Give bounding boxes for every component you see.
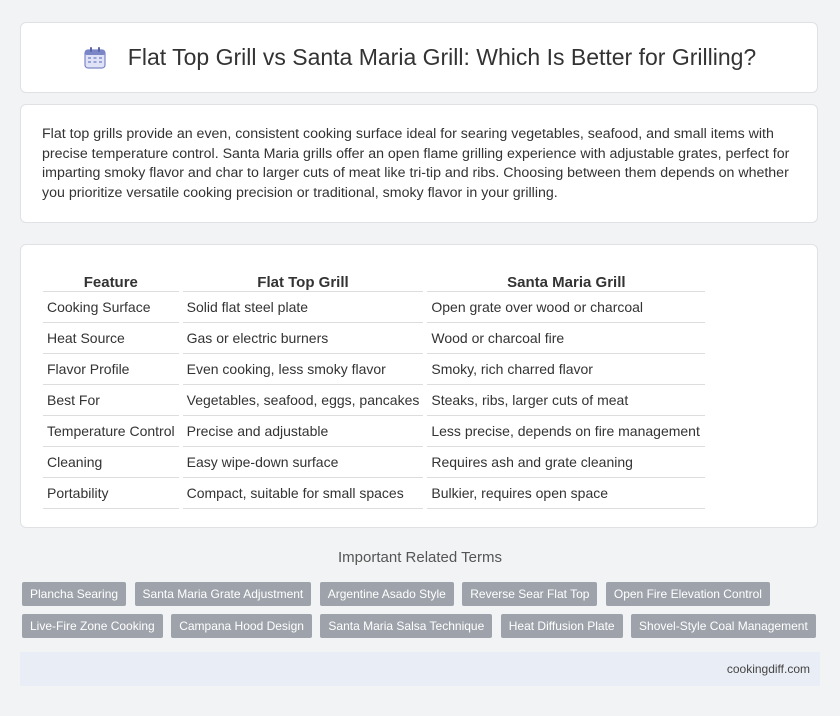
page-title-text: Flat Top Grill vs Santa Maria Grill: Whi… <box>127 44 757 70</box>
santa-maria-cell: Smoky, rich charred flavor <box>427 354 706 385</box>
header-flat-top: Flat Top Grill <box>182 265 424 292</box>
flat-top-cell: Vegetables, seafood, eggs, pancakes <box>182 385 424 416</box>
footer-site-link[interactable]: cookingdiff.com <box>727 662 810 676</box>
related-term-tag[interactable]: Santa Maria Grate Adjustment <box>134 582 312 606</box>
table-row: Heat Source Gas or electric burners Wood… <box>43 323 706 354</box>
table-row: Best For Vegetables, seafood, eggs, panc… <box>43 385 706 416</box>
related-term-tag[interactable]: Plancha Searing <box>22 582 127 606</box>
intro-card: Flat top grills provide an even, consist… <box>20 104 818 223</box>
feature-cell: Cleaning <box>43 447 179 478</box>
related-term-tag[interactable]: Heat Diffusion Plate <box>500 614 623 638</box>
footer: cookingdiff.com <box>20 652 820 686</box>
header-card: Flat Top Grill vs Santa Maria Grill: Whi… <box>20 22 818 93</box>
feature-cell: Cooking Surface <box>43 292 179 323</box>
related-terms-list: Plancha Searing Santa Maria Grate Adjust… <box>22 582 822 646</box>
table-row: Portability Compact, suitable for small … <box>43 478 706 509</box>
santa-maria-cell: Less precise, depends on fire management <box>427 416 706 447</box>
feature-cell: Heat Source <box>43 323 179 354</box>
comparison-card: Feature Flat Top Grill Santa Maria Grill… <box>20 244 818 528</box>
calendar-icon <box>82 45 108 71</box>
feature-cell: Temperature Control <box>43 416 179 447</box>
comparison-table: Feature Flat Top Grill Santa Maria Grill… <box>39 265 709 509</box>
related-terms-title: Important Related Terms <box>338 549 502 566</box>
related-term-tag[interactable]: Campana Hood Design <box>171 614 312 638</box>
intro-paragraph: Flat top grills provide an even, consist… <box>42 126 790 201</box>
feature-cell: Portability <box>43 478 179 509</box>
table-row: Flavor Profile Even cooking, less smoky … <box>43 354 706 385</box>
flat-top-cell: Even cooking, less smoky flavor <box>182 354 424 385</box>
santa-maria-cell: Open grate over wood or charcoal <box>427 292 706 323</box>
table-header-row: Feature Flat Top Grill Santa Maria Grill <box>43 265 706 292</box>
flat-top-cell: Solid flat steel plate <box>182 292 424 323</box>
header-feature: Feature <box>43 265 179 292</box>
flat-top-cell: Compact, suitable for small spaces <box>182 478 424 509</box>
related-term-tag[interactable]: Live-Fire Zone Cooking <box>22 614 163 638</box>
table-row: Cleaning Easy wipe-down surface Requires… <box>43 447 706 478</box>
related-term-tag[interactable]: Santa Maria Salsa Technique <box>320 614 493 638</box>
related-term-tag[interactable]: Reverse Sear Flat Top <box>462 582 598 606</box>
flat-top-cell: Easy wipe-down surface <box>182 447 424 478</box>
feature-cell: Best For <box>43 385 179 416</box>
santa-maria-cell: Requires ash and grate cleaning <box>427 447 706 478</box>
related-term-tag[interactable]: Argentine Asado Style <box>319 582 454 606</box>
table-row: Cooking Surface Solid flat steel plate O… <box>43 292 706 323</box>
page-title: Flat Top Grill vs Santa Maria Grill: Whi… <box>82 44 756 71</box>
flat-top-cell: Precise and adjustable <box>182 416 424 447</box>
feature-cell: Flavor Profile <box>43 354 179 385</box>
santa-maria-cell: Steaks, ribs, larger cuts of meat <box>427 385 706 416</box>
flat-top-cell: Gas or electric burners <box>182 323 424 354</box>
header-santa-maria: Santa Maria Grill <box>427 265 706 292</box>
table-row: Temperature Control Precise and adjustab… <box>43 416 706 447</box>
related-term-tag[interactable]: Open Fire Elevation Control <box>605 582 770 606</box>
santa-maria-cell: Bulkier, requires open space <box>427 478 706 509</box>
related-term-tag[interactable]: Shovel-Style Coal Management <box>631 614 816 638</box>
santa-maria-cell: Wood or charcoal fire <box>427 323 706 354</box>
